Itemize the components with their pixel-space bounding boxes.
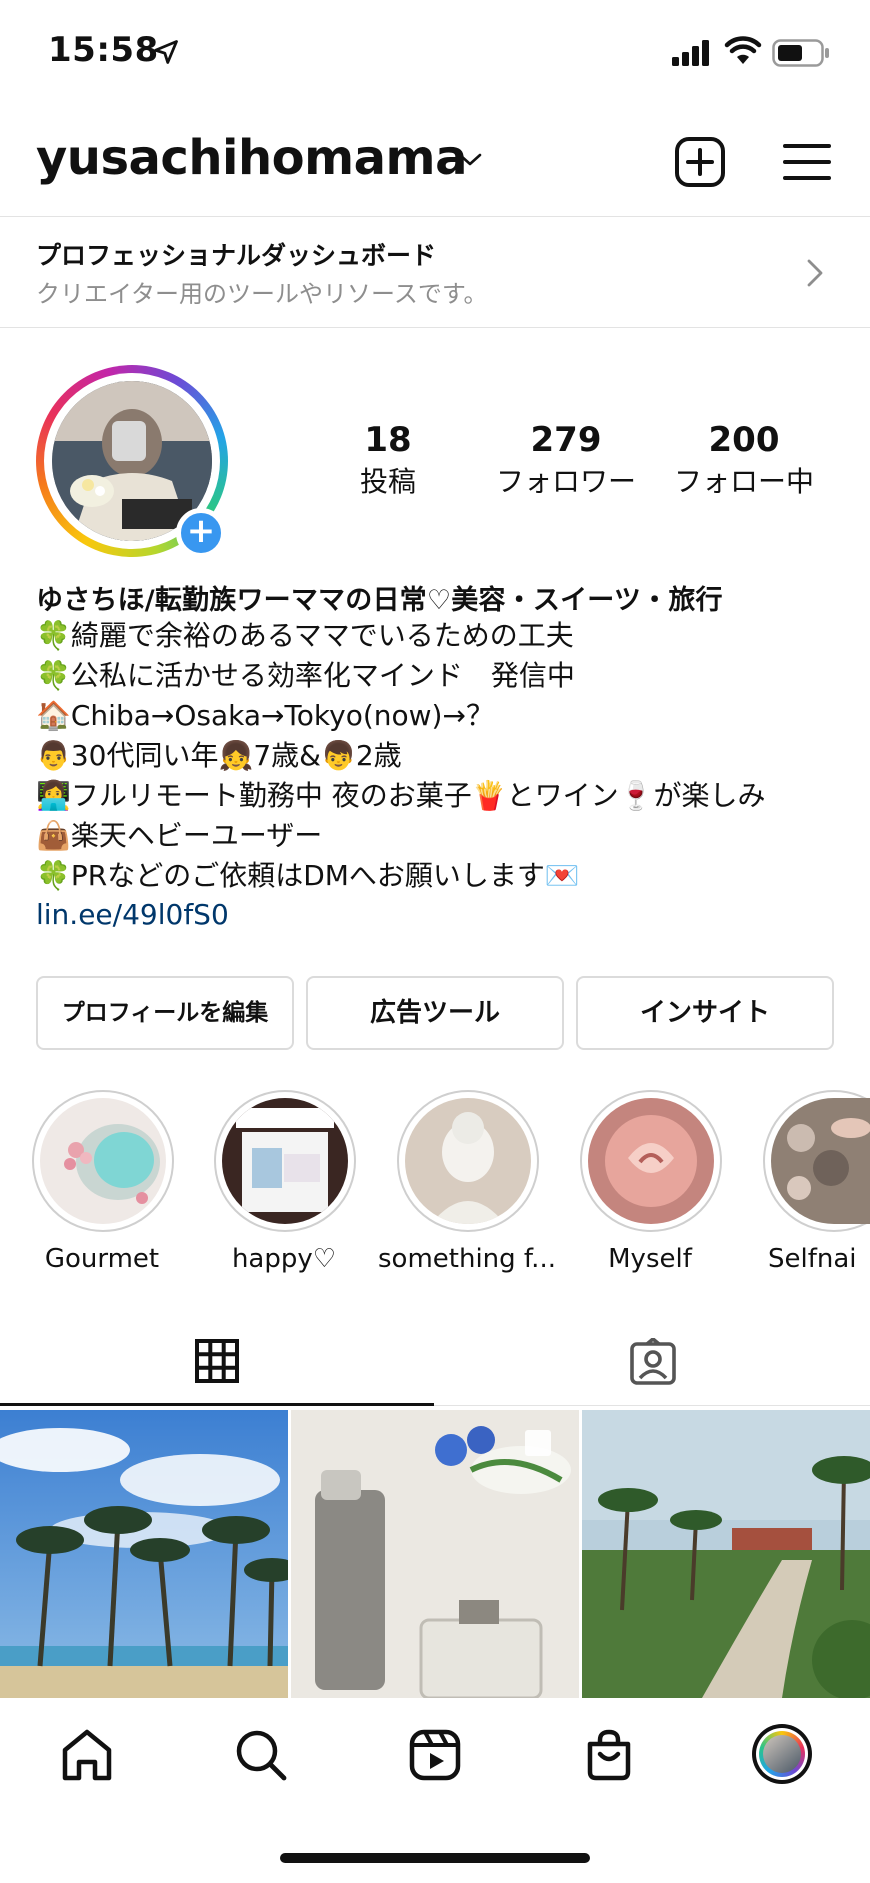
tagged-tab-icon[interactable] [629, 1338, 677, 1386]
new-post-icon[interactable] [674, 136, 726, 188]
highlight-label: happy♡ [231, 1244, 337, 1274]
tab-divider [434, 1405, 870, 1406]
reels-icon[interactable] [408, 1728, 462, 1782]
pro-dashboard-subtitle: クリエイター用のツールやリソースです。 [36, 280, 488, 308]
highlight-happy-image [222, 1098, 348, 1224]
wifi-icon [724, 36, 762, 64]
shop-icon[interactable] [582, 1728, 636, 1782]
stat-posts-label: 投稿 [359, 465, 416, 498]
cellular-signal-icon [672, 40, 709, 66]
home-icon[interactable] [60, 1728, 114, 1782]
bio-line: 👩‍💻フルリモート勤務中 夜のお菓子🍟とワイン🍷が楽しみ [36, 779, 766, 812]
menu-icon[interactable] [783, 143, 831, 181]
location-arrow-icon [154, 40, 178, 64]
bio-name: ゆさちほ/転勤族ワーママの日常♡美容・スイーツ・旅行 [36, 585, 723, 616]
highlight-label: Selfnai [768, 1244, 857, 1274]
stat-following[interactable]: 200 フォロー中 [644, 420, 844, 500]
highlight-label: Myself [608, 1244, 692, 1274]
highlight-label: Gourmet [44, 1244, 160, 1274]
profile-tab-avatar[interactable] [752, 1724, 812, 1784]
chevron-right-icon [807, 259, 823, 287]
stat-posts-value: 18 [364, 420, 412, 460]
stat-followers-label: フォロワー [495, 465, 636, 498]
bio-line: 🍀PRなどのご依頼はDMへお願いします💌 [36, 859, 580, 892]
pro-dashboard-title: プロフェッショナルダッシュボード [36, 241, 437, 270]
post-thumbnail[interactable] [291, 1410, 579, 1698]
bio-line: 🍀公私に活かせる効率化マインド 発信中 [36, 659, 575, 692]
highlight-myself-image [588, 1098, 714, 1224]
stat-followers[interactable]: 279 フォロワー [466, 420, 666, 500]
highlight-something-image [405, 1098, 531, 1224]
bio-line: 🏠Chiba→Osaka→Tokyo(now)→？ [36, 699, 494, 732]
bio-line: 👨30代同い年👧7歳&👦2歳 [36, 739, 402, 772]
bio-line: 🍀綺麗で余裕のあるママでいるための工夫 [36, 619, 574, 652]
insights-button[interactable]: インサイト [576, 976, 834, 1050]
active-tab-indicator [0, 1403, 434, 1406]
divider [0, 327, 870, 328]
bio-line: 👜楽天ヘビーユーザー [36, 819, 323, 852]
highlight-gourmet-image [40, 1098, 166, 1224]
home-indicator [280, 1853, 590, 1863]
bio-link[interactable]: lin.ee/49l0fS0 [36, 898, 229, 931]
ad-tools-button[interactable]: 広告ツール [306, 976, 564, 1050]
edit-profile-button[interactable]: プロフィールを編集 [36, 976, 294, 1050]
professional-dashboard-row[interactable] [0, 217, 870, 327]
chevron-down-icon[interactable] [458, 152, 482, 168]
highlight-label: something f... [378, 1244, 556, 1274]
status-time: 15:58 [48, 30, 159, 70]
profile-username[interactable]: yusachihomama [36, 130, 467, 186]
stat-followers-value: 279 [530, 420, 602, 460]
add-story-button[interactable]: + [176, 508, 226, 558]
stat-following-label: フォロー中 [673, 465, 814, 498]
grid-tab-icon[interactable] [195, 1339, 239, 1383]
post-thumbnail[interactable] [0, 1410, 288, 1698]
stat-posts[interactable]: 18 投稿 [288, 420, 488, 500]
battery-icon [772, 39, 829, 67]
post-thumbnail[interactable] [582, 1410, 870, 1698]
search-icon[interactable] [234, 1728, 288, 1782]
stat-following-value: 200 [708, 420, 780, 460]
